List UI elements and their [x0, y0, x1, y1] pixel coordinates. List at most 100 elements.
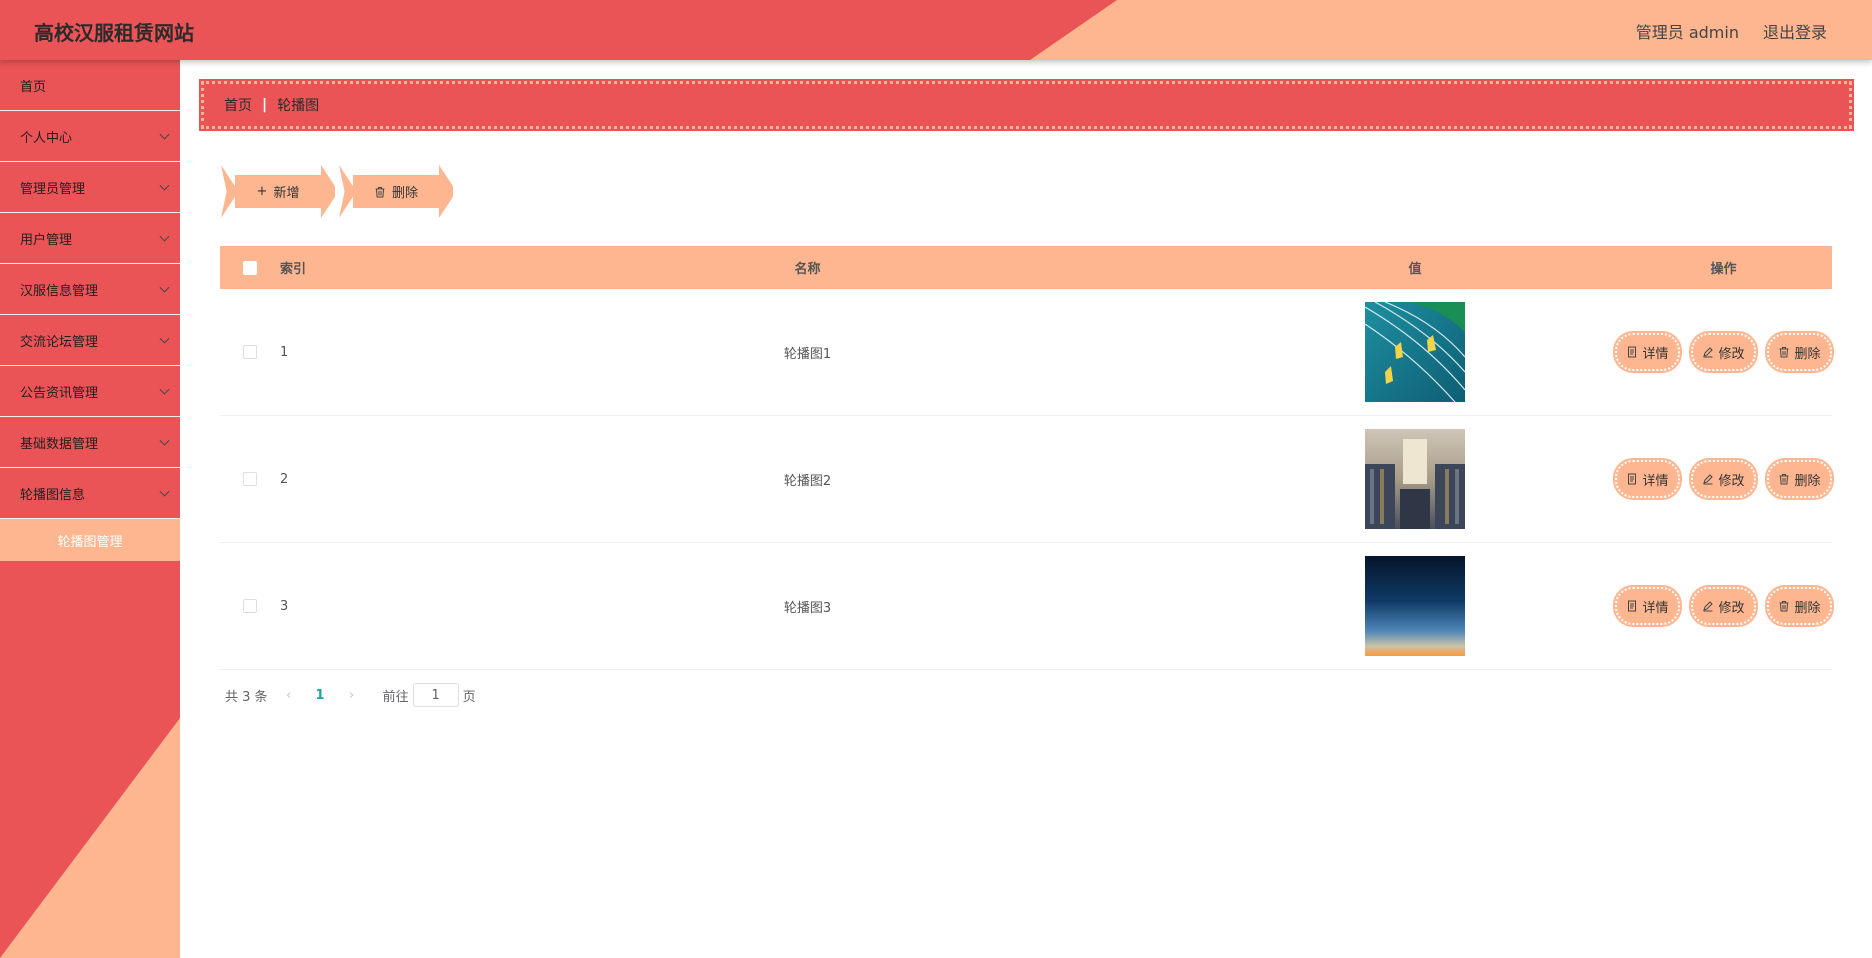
chevron-down-icon — [159, 231, 170, 242]
row-checkbox[interactable] — [243, 345, 257, 359]
sidebar-item-label: 用户管理 — [20, 232, 73, 248]
sidebar-item-personal-center[interactable]: 个人中心 — [0, 111, 180, 162]
chevron-down-icon — [159, 282, 170, 293]
document-icon — [1628, 600, 1637, 612]
admin-user-label[interactable]: 管理员 admin — [1636, 19, 1739, 43]
delete-button-label: 删除 — [1794, 473, 1821, 489]
breadcrumb-separator: | — [262, 97, 268, 113]
edit-button[interactable]: 修改 — [1689, 585, 1758, 627]
row-index: 2 — [280, 471, 289, 487]
trash-icon — [1779, 601, 1789, 612]
delete-button[interactable]: 删除 — [1765, 331, 1834, 373]
detail-button-label: 详情 — [1642, 600, 1669, 616]
detail-button-label: 详情 — [1642, 346, 1669, 362]
header-red-band — [0, 0, 1117, 60]
chevron-right-icon[interactable]: › — [347, 688, 357, 703]
breadcrumb: 首页 | 轮播图 — [199, 79, 1854, 131]
edit-pencil-icon — [1703, 474, 1714, 485]
table-row: 1 轮播图1 详情 修改 删除 — [220, 289, 1834, 416]
trash-icon — [375, 186, 385, 197]
document-icon — [1628, 346, 1637, 358]
chevron-down-icon — [159, 129, 170, 140]
sidebar-item-label: 汉服信息管理 — [20, 283, 99, 299]
blue-orange-gradient-image[interactable] — [1365, 556, 1465, 656]
header-user-area: 管理员 admin 退出登录 — [1636, 19, 1827, 43]
sidebar-item-label: 公告资讯管理 — [20, 385, 99, 401]
chevron-down-icon — [159, 384, 170, 395]
delete-button-label: 删除 — [1794, 346, 1821, 362]
sidebar-item-user-management[interactable]: 用户管理 — [0, 213, 180, 264]
row-name: 轮播图3 — [783, 600, 832, 616]
sidebar-item-label: 交流论坛管理 — [20, 334, 99, 350]
sidebar-subitem-carousel-management[interactable]: 轮播图管理 — [0, 519, 180, 561]
sidebar-item-forum-management[interactable]: 交流论坛管理 — [0, 315, 180, 366]
logout-link[interactable]: 退出登录 — [1763, 19, 1827, 43]
row-checkbox[interactable] — [243, 472, 257, 486]
sidebar-item-label: 管理员管理 — [20, 181, 86, 197]
pagination-page-number[interactable]: 1 — [316, 688, 325, 703]
sidebar-item-base-data-management[interactable]: 基础数据管理 — [0, 417, 180, 468]
chevron-down-icon — [159, 180, 170, 191]
sidebar-item-home[interactable]: 首页 — [0, 60, 180, 111]
column-header-name: 名称 — [794, 262, 821, 277]
edit-button[interactable]: 修改 — [1689, 458, 1758, 500]
batch-delete-button[interactable]: 删除 — [353, 175, 439, 208]
library-hall-image[interactable] — [1365, 429, 1465, 529]
column-header-value: 值 — [1408, 262, 1422, 277]
column-header-actions: 操作 — [1710, 262, 1737, 277]
trash-icon — [1779, 347, 1789, 358]
edit-pencil-icon — [1703, 601, 1714, 612]
chevron-down-icon — [159, 435, 170, 446]
row-index: 1 — [280, 344, 289, 360]
document-icon — [1628, 473, 1637, 485]
edit-button-label: 修改 — [1718, 346, 1745, 362]
table-row: 3 轮播图3 详情 修改 删除 — [220, 543, 1834, 670]
goto-prefix-label: 前往 — [382, 689, 409, 705]
table-header: 索引 名称 值 操作 — [220, 246, 1832, 289]
trash-icon — [1779, 474, 1789, 485]
add-button-label: 新增 — [273, 186, 300, 201]
edit-button-label: 修改 — [1718, 473, 1745, 489]
chevron-down-icon — [159, 333, 170, 344]
carousel-table: 索引 名称 值 操作 1 轮播图1 详情 修改 删除 2 轮播图2 详情 修改 … — [220, 246, 1834, 670]
sidebar-item-hanfu-info-management[interactable]: 汉服信息管理 — [0, 264, 180, 315]
delete-button-label: 删除 — [391, 186, 418, 201]
sidebar: 首页 个人中心 管理员管理 用户管理 汉服信息管理 交流论坛管理 公告资讯管理 … — [0, 60, 180, 958]
row-checkbox[interactable] — [243, 599, 257, 613]
row-name: 轮播图1 — [783, 346, 832, 362]
detail-button[interactable]: 详情 — [1613, 331, 1682, 373]
sidebar-corner-decoration — [0, 718, 180, 958]
chevron-down-icon — [159, 486, 170, 497]
sidebar-item-admin-management[interactable]: 管理员管理 — [0, 162, 180, 213]
breadcrumb-home-link[interactable]: 首页 — [224, 95, 252, 115]
pagination: 共 3 条 ‹ 1 › 前往 页 — [225, 683, 476, 707]
row-name: 轮播图2 — [783, 473, 832, 489]
edit-button-label: 修改 — [1718, 600, 1745, 616]
detail-button[interactable]: 详情 — [1613, 585, 1682, 627]
add-button[interactable]: + 新增 — [235, 175, 321, 208]
chevron-left-icon[interactable]: ‹ — [284, 688, 294, 703]
edit-button[interactable]: 修改 — [1689, 331, 1758, 373]
plus-icon: + — [256, 184, 268, 199]
detail-button[interactable]: 详情 — [1613, 458, 1682, 500]
sidebar-item-label: 个人中心 — [20, 130, 73, 146]
sidebar-item-label: 首页 — [20, 79, 47, 95]
goto-suffix-label: 页 — [462, 689, 476, 705]
pagination-goto: 前往 页 — [383, 683, 476, 707]
sidebar-item-label: 基础数据管理 — [20, 436, 99, 452]
goto-page-input[interactable] — [412, 683, 459, 707]
table-row: 2 轮播图2 详情 修改 删除 — [220, 416, 1834, 543]
edit-pencil-icon — [1703, 347, 1714, 358]
sidebar-item-carousel-info[interactable]: 轮播图信息 — [0, 468, 180, 519]
select-all-checkbox[interactable] — [243, 260, 257, 275]
row-index: 3 — [280, 598, 289, 614]
column-header-index: 索引 — [280, 262, 307, 277]
delete-button[interactable]: 删除 — [1765, 585, 1834, 627]
delete-button[interactable]: 删除 — [1765, 458, 1834, 500]
breadcrumb-current: 轮播图 — [277, 98, 320, 114]
sidebar-item-announcement-management[interactable]: 公告资讯管理 — [0, 366, 180, 417]
site-title: 高校汉服租赁网站 — [34, 21, 194, 45]
delete-button-label: 删除 — [1794, 600, 1821, 616]
top-header: 高校汉服租赁网站 管理员 admin 退出登录 — [0, 0, 1872, 60]
teal-running-track-image[interactable] — [1365, 302, 1465, 402]
